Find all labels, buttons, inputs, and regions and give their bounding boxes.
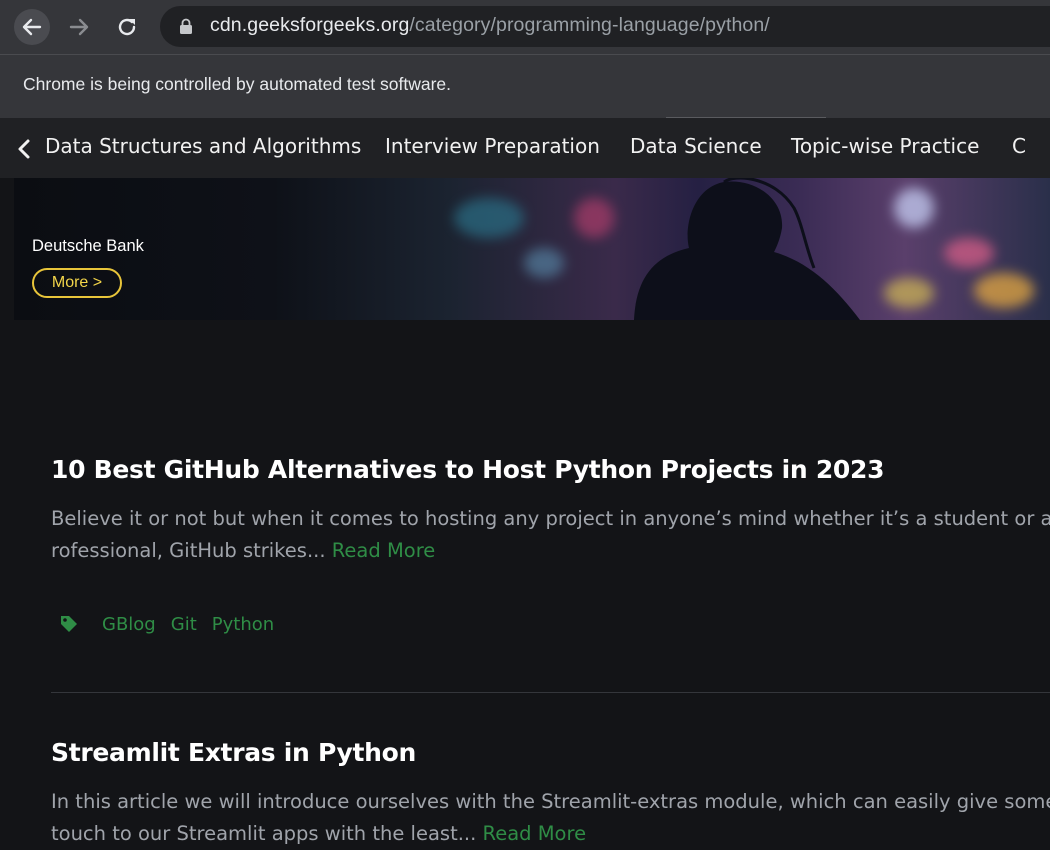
url-path: /category/programming-language/python/ [409, 14, 770, 36]
article-title[interactable]: 10 Best GitHub Alternatives to Host Pyth… [51, 455, 1050, 484]
forward-button[interactable] [61, 9, 97, 45]
banner-more-button[interactable]: More > [32, 268, 122, 298]
article-excerpt: Believe it or not but when it comes to h… [51, 503, 1050, 567]
nav-item-topic-wise-practice[interactable]: Topic-wise Practice [791, 134, 979, 158]
tag-python[interactable]: Python [212, 614, 274, 635]
browser-toolbar: cdn.geeksforgeeks.org/category/programmi… [0, 0, 1050, 54]
infobar-message: Chrome is being controlled by automated … [23, 74, 451, 94]
category-nav: Data Structures and Algorithms Interview… [0, 118, 1050, 178]
read-more-link[interactable]: Read More [332, 539, 436, 562]
arrow-left-icon [22, 18, 42, 36]
excerpt-line: In this article we will introduce oursel… [51, 790, 1050, 813]
banner-light [944, 238, 994, 268]
tag-git[interactable]: Git [171, 614, 197, 635]
article-divider [51, 692, 1050, 693]
banner-light [894, 188, 934, 228]
excerpt-line: rofessional, GitHub strikes... [51, 539, 326, 562]
back-button[interactable] [14, 9, 50, 45]
banner-light [884, 278, 934, 308]
address-bar[interactable]: cdn.geeksforgeeks.org/category/programmi… [160, 6, 1050, 47]
nav-item-data-science[interactable]: Data Science [630, 134, 762, 158]
nav-item-interview-preparation[interactable]: Interview Preparation [385, 134, 600, 158]
lock-icon [180, 18, 192, 34]
nav-item-dsa[interactable]: Data Structures and Algorithms [45, 134, 361, 158]
tag-gblog[interactable]: GBlog [102, 614, 156, 635]
banner-light [974, 273, 1034, 308]
banner-light [454, 198, 524, 238]
article-excerpt: In this article we will introduce oursel… [51, 786, 1050, 850]
banner-brand: Deutsche Bank [32, 237, 144, 255]
arrow-right-icon [69, 18, 89, 36]
article-card: 10 Best GitHub Alternatives to Host Pyth… [51, 455, 1050, 635]
article-card: Streamlit Extras in Python In this artic… [51, 738, 1050, 850]
url-text: cdn.geeksforgeeks.org/category/programmi… [210, 14, 770, 37]
excerpt-line-2: touch to our Streamlit apps with the lea… [51, 818, 1050, 850]
url-host: cdn.geeksforgeeks.org [210, 14, 410, 36]
automation-infobar: Chrome is being controlled by automated … [0, 54, 1050, 119]
person-silhouette [634, 178, 860, 320]
banner-light [574, 198, 614, 238]
reload-button[interactable] [109, 9, 145, 45]
article-title[interactable]: Streamlit Extras in Python [51, 738, 1050, 767]
excerpt-line: Believe it or not but when it comes to h… [51, 507, 1050, 530]
ad-banner[interactable]: Deutsche Bank More > [14, 178, 1050, 320]
tag-icon [61, 616, 77, 632]
excerpt-line-2: rofessional, GitHub strikes... Read More [51, 535, 1050, 567]
banner-light [524, 248, 564, 278]
nav-item-c[interactable]: C [1012, 134, 1026, 158]
article-tags: GBlog Git Python [59, 612, 289, 636]
chevron-left-icon[interactable] [15, 138, 33, 160]
reload-icon [118, 18, 136, 36]
